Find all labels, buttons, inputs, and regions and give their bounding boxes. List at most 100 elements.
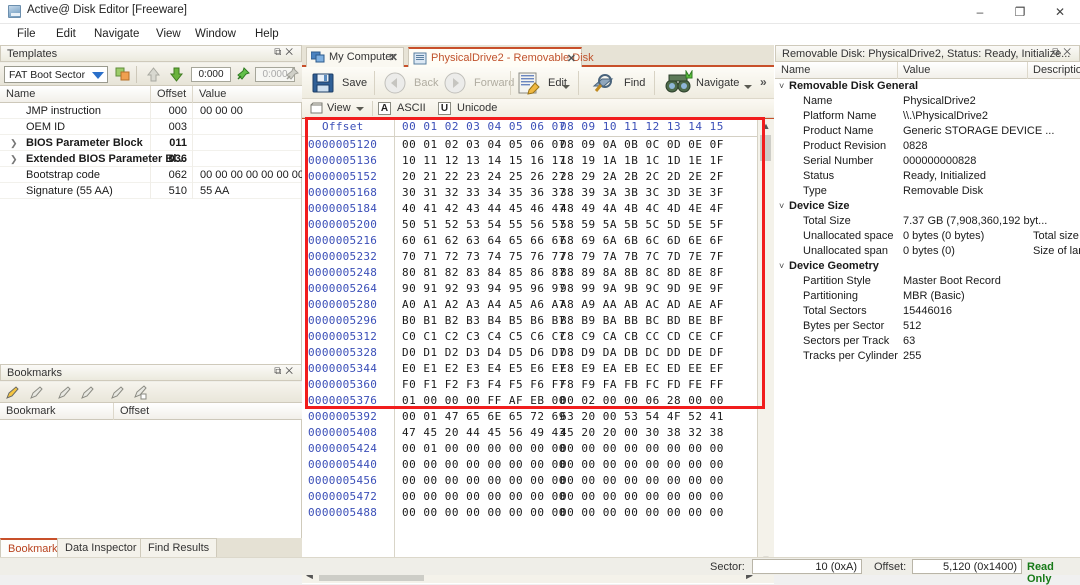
hex-row[interactable]: 0000005232 70 71 72 73 74 75 76 77 78 79 7… <box>302 249 757 265</box>
hex-row[interactable]: 0000005216 60 61 62 63 64 65 66 67 68 69 6… <box>302 233 757 249</box>
hex-bytes-right[interactable]: 00 00 00 00 00 00 00 00 <box>560 506 724 519</box>
column-header-name[interactable]: Name <box>781 64 810 76</box>
hex-bytes-right[interactable]: B8 B9 BA BB BC BD BE BF <box>560 314 724 327</box>
hex-bytes-left[interactable]: 60 61 62 63 64 65 66 67 <box>402 234 566 247</box>
hex-bytes-left[interactable]: 00 00 00 00 00 00 00 00 <box>402 506 566 519</box>
hex-row[interactable]: 0000005120 00 01 02 03 04 05 06 07 08 09 0… <box>302 137 757 153</box>
move-up-icon[interactable] <box>145 66 162 83</box>
property-group-row[interactable]: ˅ Device Geometry <box>775 259 1080 274</box>
hex-bytes-left[interactable]: 30 31 32 33 34 35 36 37 <box>402 186 566 199</box>
view-dropdown-arrow[interactable] <box>356 107 364 111</box>
chevron-down-icon[interactable]: ˅ <box>779 81 784 91</box>
table-row[interactable]: OEM ID 003 <box>0 119 301 135</box>
goto-bookmark-icon[interactable] <box>57 385 72 400</box>
expander-icon[interactable]: ❯ <box>10 138 18 149</box>
hex-row[interactable]: 0000005392 00 01 47 65 6E 65 72 69 63 20 0… <box>302 409 757 425</box>
close-icon[interactable]: ✕ <box>285 366 297 377</box>
tab-find-results[interactable]: Find Results <box>140 538 218 557</box>
hex-bytes-left[interactable]: 47 45 20 44 45 56 49 43 <box>402 426 566 439</box>
hex-bytes-right[interactable]: 98 99 9A 9B 9C 9D 9E 9F <box>560 282 724 295</box>
scroll-up-icon[interactable]: ▲ <box>758 119 774 134</box>
find-button[interactable]: Find <box>592 70 645 96</box>
close-icon[interactable]: ✕ <box>567 52 576 65</box>
minimize-button[interactable]: – <box>960 0 1000 24</box>
hex-row-list[interactable]: 0000005120 00 01 02 03 04 05 06 07 08 09 0… <box>302 137 757 567</box>
export-bookmarks-icon[interactable] <box>133 385 148 400</box>
hex-bytes-right[interactable]: D8 D9 DA DB DC DD DE DF <box>560 346 724 359</box>
property-row[interactable]: Name PhysicalDrive2 <box>775 94 1080 109</box>
property-row[interactable]: Product Revision 0828 <box>775 139 1080 154</box>
edit-dropdown-arrow[interactable] <box>562 85 570 89</box>
property-row[interactable]: Serial Number 000000000828 <box>775 154 1080 169</box>
navigate-dropdown-arrow[interactable] <box>744 85 752 89</box>
hex-bytes-left[interactable]: 01 00 00 00 FF AF EB 00 <box>402 394 566 407</box>
template-select[interactable]: FAT Boot Sector <box>4 66 108 83</box>
column-header-value[interactable]: Value <box>903 64 930 76</box>
hex-bytes-left[interactable]: E0 E1 E2 E3 E4 E5 E6 E7 <box>402 362 566 375</box>
property-row[interactable]: Product Name Generic STORAGE DEVICE ... <box>775 124 1080 139</box>
hex-bytes-right[interactable]: 68 69 6A 6B 6C 6D 6E 6F <box>560 234 724 247</box>
hex-row[interactable]: 0000005408 47 45 20 44 45 56 49 43 45 20 2… <box>302 425 757 441</box>
hex-bytes-right[interactable]: 00 00 00 00 00 00 00 00 <box>560 490 724 503</box>
expander-icon[interactable]: ❯ <box>10 154 18 165</box>
column-header-description[interactable]: Description <box>1033 64 1080 76</box>
pin-active-icon[interactable] <box>234 66 251 83</box>
property-row[interactable]: Sectors per Track 63 <box>775 334 1080 349</box>
close-icon[interactable]: ✕ <box>1063 47 1075 58</box>
hex-bytes-left[interactable]: F0 F1 F2 F3 F4 F5 F6 F7 <box>402 378 566 391</box>
hex-row[interactable]: 0000005200 50 51 52 53 54 55 56 57 58 59 5… <box>302 217 757 233</box>
chevron-down-icon[interactable]: ˅ <box>779 261 784 271</box>
property-row[interactable]: Total Size 7.37 GB (7,908,360,192 byt... <box>775 214 1080 229</box>
table-row[interactable]: ❯ Extended BIOS Parameter Bl... 036 <box>0 151 301 167</box>
hex-bytes-right[interactable]: 00 00 00 00 00 00 00 00 <box>560 442 724 455</box>
hex-bytes-right[interactable]: 08 09 0A 0B 0C 0D 0E 0F <box>560 138 724 151</box>
property-row[interactable]: Unallocated span 0 bytes (0) Size of large… <box>775 244 1080 259</box>
chevron-down-icon[interactable]: ˅ <box>779 201 784 211</box>
menu-item-file[interactable]: File <box>8 27 45 41</box>
close-icon[interactable]: ✕ <box>285 47 297 58</box>
float-icon[interactable]: ⧉ <box>1052 47 1063 58</box>
menu-item-window[interactable]: Window <box>186 27 245 41</box>
view-button[interactable]: View <box>310 100 368 117</box>
back-button[interactable]: Back <box>382 70 438 96</box>
hex-row[interactable]: 0000005296 B0 B1 B2 B3 B4 B5 B6 B7 B8 B9 B… <box>302 313 757 329</box>
sector-value[interactable]: 10 (0xA) <box>752 559 862 574</box>
hex-row[interactable]: 0000005248 80 81 82 83 84 85 86 87 88 89 8… <box>302 265 757 281</box>
import-bookmarks-icon[interactable] <box>110 385 125 400</box>
hex-row[interactable]: 0000005184 40 41 42 43 44 45 46 47 48 49 4… <box>302 201 757 217</box>
move-down-icon[interactable] <box>168 66 185 83</box>
save-button[interactable]: Save <box>310 70 367 96</box>
offset-spin-1[interactable]: 0:000 <box>191 67 231 82</box>
edit-button[interactable]: Edit <box>516 70 567 96</box>
pin-icon[interactable] <box>283 66 300 83</box>
hex-bytes-right[interactable]: 63 20 00 53 54 4F 52 41 <box>560 410 724 423</box>
property-row[interactable]: Tracks per Cylinder 255 <box>775 349 1080 364</box>
add-bookmark-icon[interactable] <box>5 385 20 400</box>
hex-bytes-right[interactable]: 00 00 00 00 00 00 00 00 <box>560 474 724 487</box>
hex-bytes-right[interactable]: 18 19 1A 1B 1C 1D 1E 1F <box>560 154 724 167</box>
property-row[interactable]: Partitioning MBR (Basic) <box>775 289 1080 304</box>
hex-bytes-left[interactable]: 00 01 02 03 04 05 06 07 <box>402 138 566 151</box>
column-header-name[interactable]: Name <box>6 88 35 100</box>
hex-bytes-right[interactable]: 00 00 00 00 00 00 00 00 <box>560 458 724 471</box>
offset-value[interactable]: 5,120 (0x1400) <box>912 559 1022 574</box>
hex-bytes-left[interactable]: 00 01 00 00 00 00 00 00 <box>402 442 566 455</box>
property-row[interactable]: Platform Name \\.\PhysicalDrive2 <box>775 109 1080 124</box>
hex-row[interactable]: 0000005360 F0 F1 F2 F3 F4 F5 F6 F7 F8 F9 F… <box>302 377 757 393</box>
hex-vertical-scrollbar[interactable]: ▲ ▼ <box>757 119 774 567</box>
tab-data-inspector[interactable]: Data Inspector <box>57 538 145 557</box>
hex-bytes-right[interactable]: 48 49 4A 4B 4C 4D 4E 4F <box>560 202 724 215</box>
property-row[interactable]: Type Removable Disk <box>775 184 1080 199</box>
navigate-button[interactable]: Navigate <box>664 69 739 96</box>
column-header-value[interactable]: Value <box>199 88 226 100</box>
hex-row[interactable]: 0000005424 00 01 00 00 00 00 00 00 00 00 0… <box>302 441 757 457</box>
property-row[interactable]: Partition Style Master Boot Record <box>775 274 1080 289</box>
hex-row[interactable]: 0000005440 00 00 00 00 00 00 00 00 00 00 0… <box>302 457 757 473</box>
hex-row[interactable]: 0000005264 90 91 92 93 94 95 96 97 98 99 9… <box>302 281 757 297</box>
hex-row[interactable]: 0000005136 10 11 12 13 14 15 16 17 18 19 1… <box>302 153 757 169</box>
hex-bytes-left[interactable]: 80 81 82 83 84 85 86 87 <box>402 266 566 279</box>
apply-template-icon[interactable] <box>114 66 131 83</box>
hex-bytes-right[interactable]: 00 02 00 00 06 28 00 00 <box>560 394 724 407</box>
hex-bytes-right[interactable]: 28 29 2A 2B 2C 2D 2E 2F <box>560 170 724 183</box>
menu-item-view[interactable]: View <box>147 27 190 41</box>
